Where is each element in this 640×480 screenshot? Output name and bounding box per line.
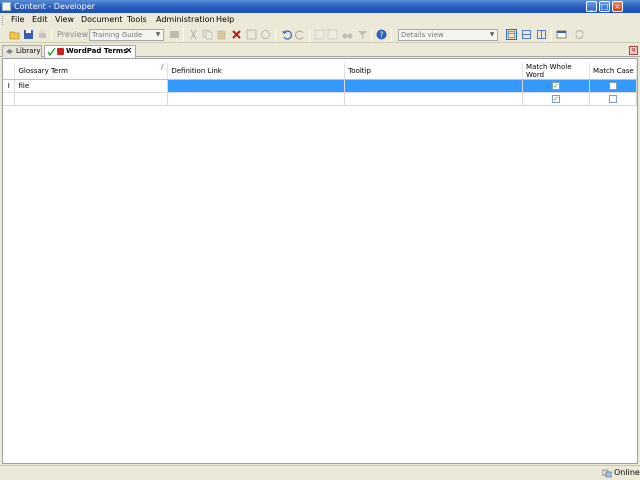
glossary-grid: Glossary Term / Definition Link Tooltip … [3,63,638,106]
view-mode-combo[interactable]: Details view ▼ [398,29,498,41]
online-status-icon [602,469,612,478]
toolbar-separator [51,29,52,41]
svg-text:?: ? [379,31,383,40]
row-indicator [3,92,16,106]
open-folder-icon[interactable] [9,29,20,40]
toolbar-separator [183,29,184,41]
menu-edit[interactable]: Edit [32,14,48,26]
delete-icon[interactable] [231,29,242,40]
match-case-cell[interactable] [588,79,638,93]
document-tab-strip: Library WordPad Terms × × [0,44,640,58]
refresh-icon[interactable] [574,29,585,40]
redo-icon[interactable] [295,29,306,40]
table-row[interactable]: I file ✓ [3,79,638,93]
undo-icon[interactable] [281,29,292,40]
menu-bar: File Edit View Document Tools Administra… [0,13,640,27]
view-mode-combo-value: Details view [401,31,444,39]
glossary-term-cell[interactable]: file [14,79,169,93]
link-icon[interactable] [260,29,271,40]
close-icon[interactable]: × [125,46,133,56]
toolbar-separator [391,29,392,41]
find-icon[interactable] [342,29,353,40]
sort-icon: / [161,63,164,71]
column-header-match-case[interactable]: Match Case [589,63,638,80]
help-icon[interactable]: ? [376,29,387,40]
tab-library[interactable]: Library [2,45,42,57]
menu-grip [2,16,4,25]
toolbar-separator [551,29,552,41]
chevron-down-icon[interactable]: ▼ [154,31,162,39]
row-indicator: I [3,79,16,93]
match-case-checkbox[interactable] [608,82,617,90]
glossary-grid-panel: Glossary Term / Definition Link Tooltip … [2,58,638,464]
column-header-match-whole-word[interactable]: Match Whole Word [522,63,590,80]
match-whole-word-checkbox[interactable]: ✓ [552,82,560,90]
tab-wordpad-terms-label: WordPad Terms [66,47,128,55]
tooltip-cell[interactable] [344,92,524,106]
close-button[interactable]: × [612,1,623,12]
match-whole-word-cell[interactable]: ✓ [522,79,590,93]
menu-file[interactable]: File [11,14,24,26]
menu-tools[interactable]: Tools [127,14,147,26]
close-document-button[interactable]: × [629,46,638,55]
chevron-down-icon[interactable]: ▼ [488,31,496,39]
save-icon[interactable] [23,29,34,40]
column-header-definition-link[interactable]: Definition Link [167,63,346,80]
filter-icon[interactable] [357,29,368,40]
cut-icon[interactable] [188,29,199,40]
training-guide-combo[interactable]: Training Guide ▼ [89,29,164,41]
layout-single-icon[interactable] [506,29,517,40]
tab-wordpad-terms[interactable]: WordPad Terms × [44,45,136,58]
tooltip-cell[interactable] [344,79,524,93]
menu-help[interactable]: Help [216,14,234,26]
grid-header-row: Glossary Term / Definition Link Tooltip … [3,63,638,80]
window-title: Content - Developer [14,2,95,11]
match-whole-word-checkbox[interactable]: ✓ [552,95,560,103]
tab-library-label: Library [16,47,41,55]
column-header-glossary-term[interactable]: Glossary Term / [14,63,169,80]
app-icon [2,2,11,11]
paste-icon[interactable] [216,29,227,40]
match-case-cell[interactable] [588,92,638,106]
title-bar: Content - Developer _ □ × [0,0,640,13]
expand-icon[interactable] [314,29,325,40]
preview-button[interactable]: Preview [57,30,88,39]
column-header-label: Glossary Term [18,67,68,75]
checkmark-icon [47,47,56,56]
minimize-button[interactable]: _ [586,1,597,12]
row-header-corner [3,63,16,80]
properties-icon[interactable] [169,29,180,40]
layout-horizontal-icon[interactable] [521,29,532,40]
toolbar: Preview Training Guide ▼ ? Details view … [0,27,640,43]
status-bar: Online [0,465,640,480]
menu-document[interactable]: Document [81,14,122,26]
match-whole-word-cell[interactable]: ✓ [522,92,590,106]
glossary-term-cell[interactable] [14,92,169,106]
outline-icon[interactable] [246,29,257,40]
definition-link-cell[interactable] [167,92,346,106]
toolbar-separator [371,29,372,41]
menu-administration[interactable]: Administration [156,14,215,26]
library-icon [6,49,13,54]
collapse-icon[interactable] [327,29,338,40]
toolbar-separator [309,29,310,41]
maximize-button[interactable]: □ [599,1,610,12]
table-row[interactable]: ✓ [3,92,638,106]
toolbar-separator [275,29,276,41]
menu-view[interactable]: View [55,14,74,26]
training-guide-combo-value: Training Guide [92,31,143,39]
layout-vertical-icon[interactable] [536,29,547,40]
window-icon[interactable] [556,29,567,40]
column-header-tooltip[interactable]: Tooltip [344,63,524,80]
match-case-checkbox[interactable] [608,95,617,103]
glossary-icon [57,48,64,55]
copy-icon[interactable] [202,29,213,40]
online-status-text: Online [614,468,640,477]
print-icon[interactable] [37,29,48,40]
definition-link-cell[interactable] [167,79,346,93]
